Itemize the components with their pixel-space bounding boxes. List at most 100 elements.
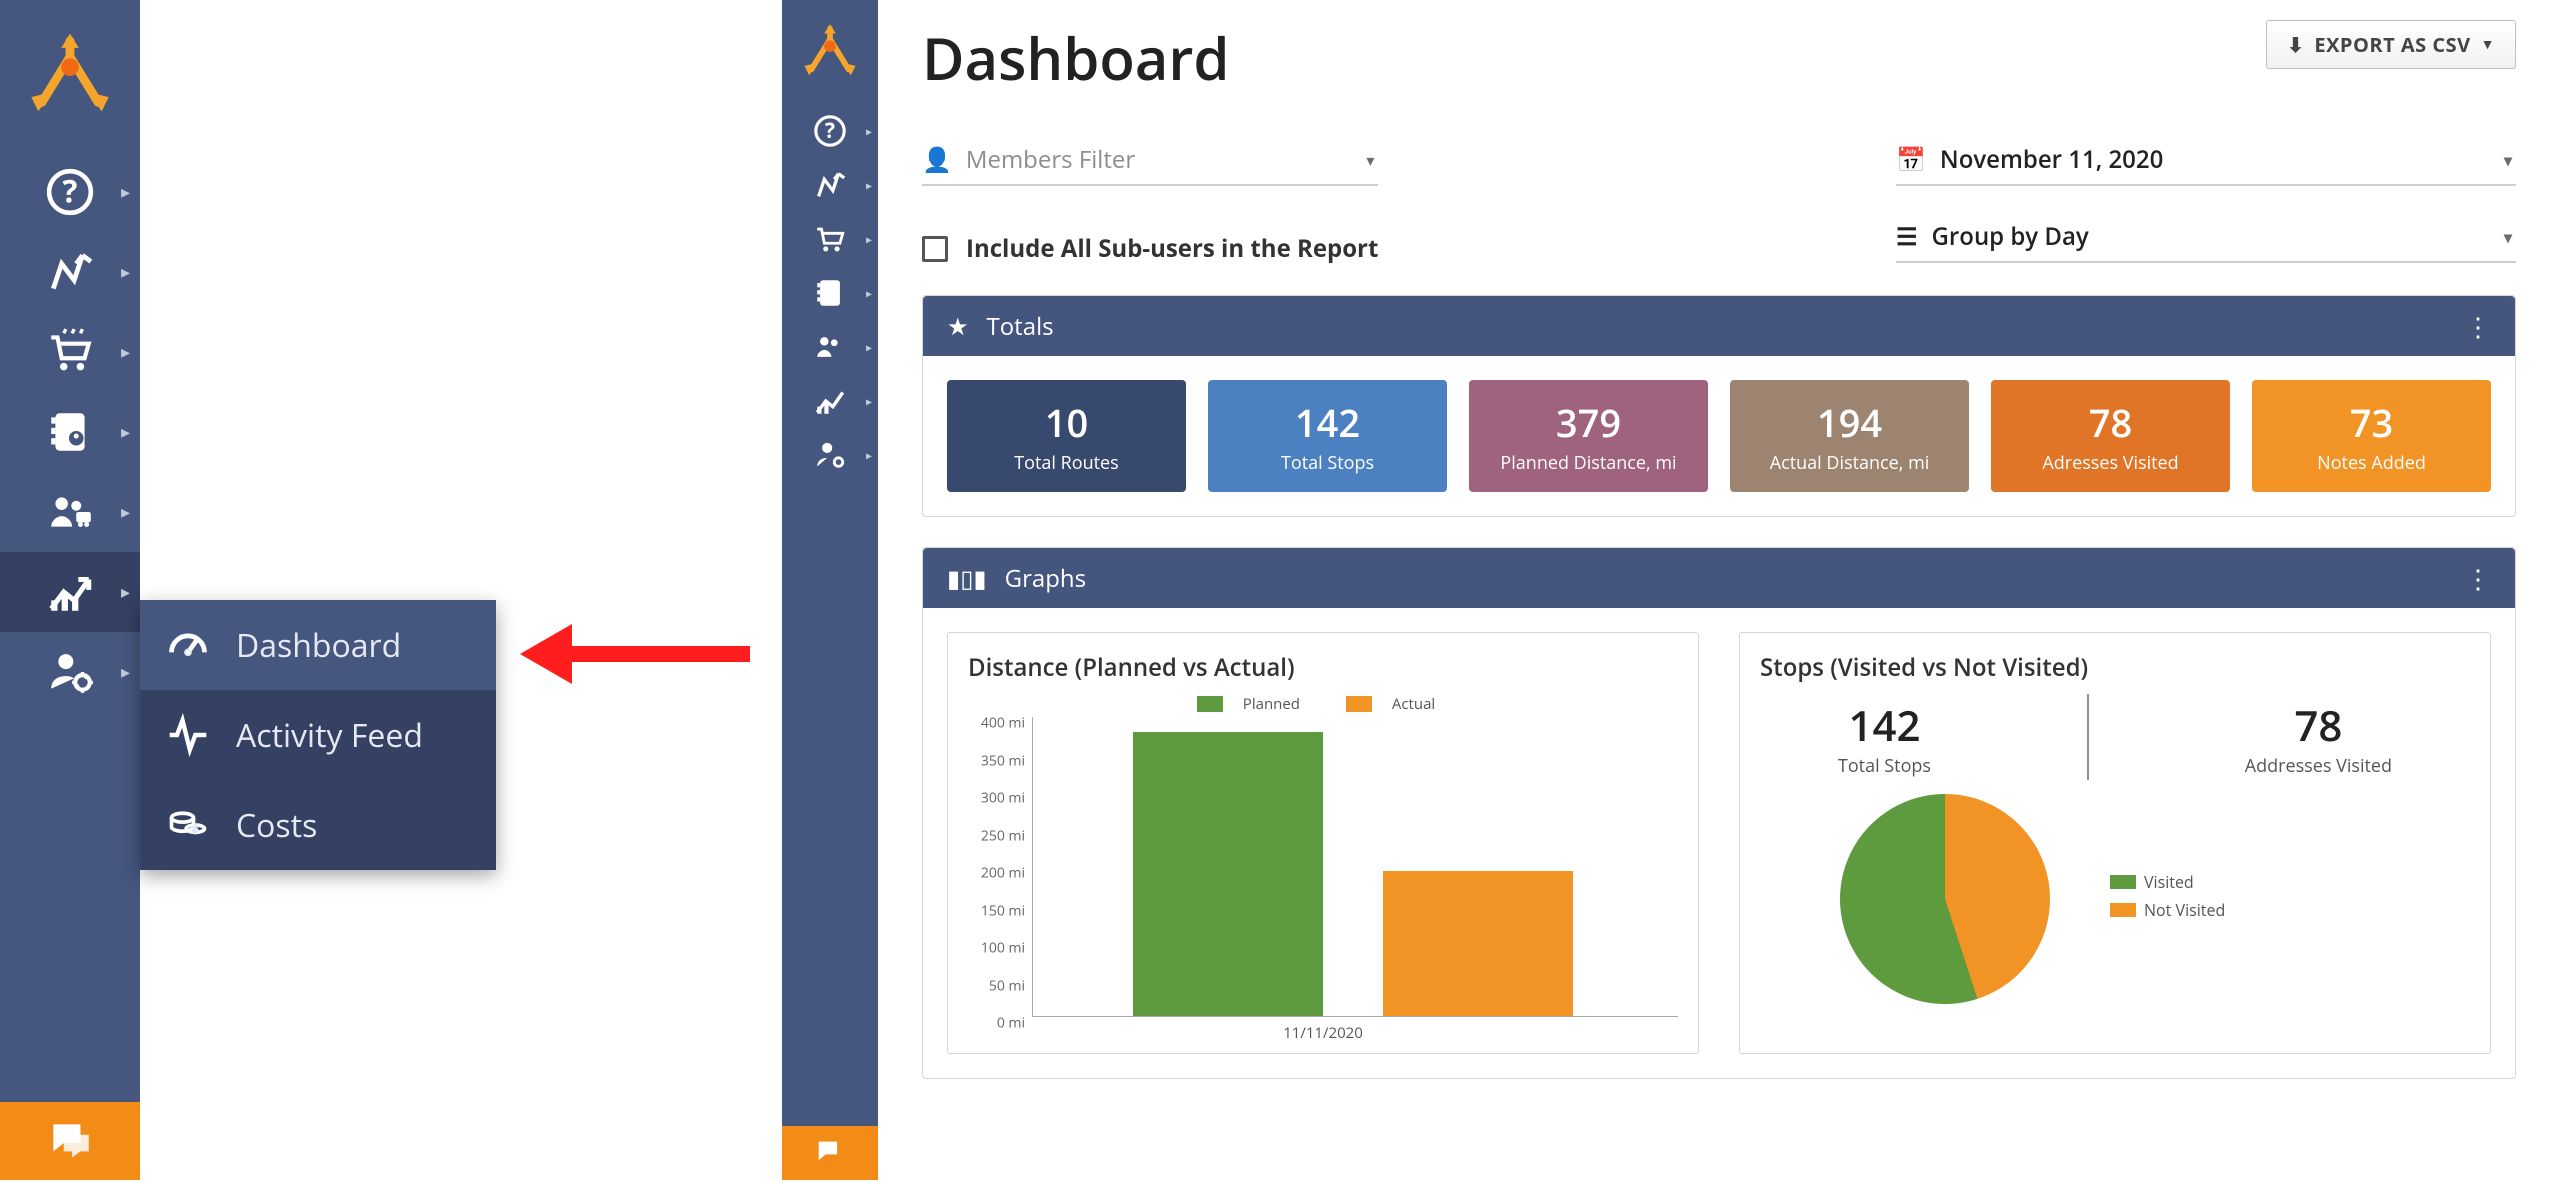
sidebar-item-addressbook[interactable]: ▸ bbox=[0, 392, 140, 472]
totals-card: 194Actual Distance, mi bbox=[1730, 380, 1969, 492]
sidebar-item-user-settings[interactable]: ▸ bbox=[782, 428, 878, 482]
activity-icon bbox=[166, 713, 210, 757]
checkbox-icon bbox=[922, 236, 948, 262]
chat-icon bbox=[813, 1136, 847, 1170]
routing-logo-icon bbox=[26, 32, 114, 120]
sidebar-item-team[interactable]: ▸ bbox=[782, 320, 878, 374]
sidebar-item-addressbook[interactable]: ▸ bbox=[782, 266, 878, 320]
more-icon[interactable]: ⋮ bbox=[2465, 308, 2493, 344]
sidebar-item-analytics[interactable]: ▸ bbox=[0, 552, 140, 632]
bar-legend: Planned Actual bbox=[968, 694, 1678, 717]
include-subusers-label: Include All Sub-users in the Report bbox=[966, 232, 1378, 265]
sidebar-item-help[interactable]: ? ▸ bbox=[0, 152, 140, 232]
star-icon: ★ bbox=[947, 310, 969, 343]
flyout-label: Dashboard bbox=[236, 624, 401, 667]
caret-down-icon: ▾ bbox=[1366, 149, 1374, 171]
cart-icon bbox=[45, 327, 95, 377]
screenshot-right: ?▸ ▸ ▸ ▸ ▸ ▸ ▸ Dashboard ⬇ EXPORT AS CSV… bbox=[782, 0, 2560, 1181]
caret-down-icon: ▾ bbox=[2504, 226, 2512, 248]
stops-chart-title: Stops (Visited vs Not Visited) bbox=[1760, 651, 2470, 684]
screenshot-left: ? ▸ ▸ ▸ ▸ ▸ ▸ ▸ bbox=[0, 0, 782, 1181]
distance-chart-card: Distance (Planned vs Actual) Planned Act… bbox=[947, 632, 1699, 1054]
visited-label: Addresses Visited bbox=[2245, 754, 2392, 778]
chat-button[interactable] bbox=[0, 1102, 140, 1180]
more-icon[interactable]: ⋮ bbox=[2465, 560, 2493, 596]
chevron-right-icon: ▸ bbox=[121, 420, 130, 444]
total-stops-value: 142 bbox=[1838, 697, 1931, 754]
svg-text:?: ? bbox=[825, 116, 835, 145]
sidebar-item-analytics[interactable]: ▸ bbox=[782, 374, 878, 428]
date-filter-value: November 11, 2020 bbox=[1940, 143, 2163, 176]
group-icon: ☰ bbox=[1896, 220, 1918, 253]
totals-card-value: 194 bbox=[1817, 397, 1882, 449]
routing-logo-icon bbox=[801, 23, 859, 81]
sidebar-item-user-settings[interactable]: ▸ bbox=[0, 632, 140, 712]
chevron-right-icon: ▸ bbox=[121, 660, 130, 684]
members-filter-placeholder: Members Filter bbox=[966, 143, 1135, 176]
help-icon: ? bbox=[45, 167, 95, 217]
totals-card-value: 142 bbox=[1295, 397, 1360, 449]
route4me-logo bbox=[782, 0, 878, 104]
coins-icon: $ bbox=[166, 803, 210, 847]
members-filter[interactable]: 👤 Members Filter ▾ bbox=[922, 143, 1378, 186]
totals-card-label: Actual Distance, mi bbox=[1770, 451, 1930, 475]
totals-card-value: 73 bbox=[2350, 397, 2393, 449]
bar-x-label: 11/11/2020 bbox=[968, 1023, 1678, 1043]
group-filter[interactable]: ☰ Group by Day ▾ bbox=[1896, 220, 2516, 263]
totals-card-label: Total Routes bbox=[1014, 451, 1118, 475]
legend-planned: Planned bbox=[1243, 694, 1300, 714]
legend-not-visited: Not Visited bbox=[2144, 899, 2225, 921]
totals-card: 73Notes Added bbox=[2252, 380, 2491, 492]
route4me-logo bbox=[0, 0, 140, 152]
totals-card-label: Total Stops bbox=[1281, 451, 1374, 475]
route-icon bbox=[813, 168, 847, 202]
sidebar-item-cart[interactable]: ▸ bbox=[0, 312, 140, 392]
export-csv-button[interactable]: ⬇ EXPORT AS CSV ▼ bbox=[2266, 20, 2516, 69]
analytics-icon bbox=[813, 384, 847, 418]
user-gear-icon bbox=[813, 438, 847, 472]
user-gear-icon bbox=[45, 647, 95, 697]
include-subusers-checkbox[interactable]: Include All Sub-users in the Report bbox=[922, 232, 1378, 265]
sidebar-item-cart[interactable]: ▸ bbox=[782, 212, 878, 266]
sidebar-item-team[interactable]: ▸ bbox=[0, 472, 140, 552]
graphs-panel: ▮▯▮ Graphs ⋮ Distance (Planned vs Actual… bbox=[922, 547, 2516, 1079]
calendar-icon: 📅 bbox=[1896, 143, 1926, 176]
chat-button[interactable] bbox=[782, 1126, 878, 1180]
chevron-right-icon: ▸ bbox=[121, 500, 130, 524]
flyout-item-dashboard[interactable]: Dashboard bbox=[140, 600, 496, 690]
sidebar-1: ? ▸ ▸ ▸ ▸ ▸ ▸ ▸ bbox=[0, 0, 140, 1180]
sidebar-item-route[interactable]: ▸ bbox=[782, 158, 878, 212]
team-icon bbox=[45, 487, 95, 537]
group-filter-value: Group by Day bbox=[1932, 220, 2089, 253]
chat-icon bbox=[45, 1116, 95, 1166]
pie-legend: Visited Not Visited bbox=[2110, 871, 2225, 927]
date-filter[interactable]: 📅 November 11, 2020 ▾ bbox=[1896, 143, 2516, 186]
graphs-title: Graphs bbox=[1005, 562, 1086, 595]
flyout-label: Costs bbox=[236, 804, 317, 847]
team-icon bbox=[813, 330, 847, 364]
totals-panel: ★ Totals ⋮ 10Total Routes 142Total Stops 3… bbox=[922, 295, 2516, 517]
analytics-flyout: Dashboard Activity Feed $ Costs bbox=[140, 600, 496, 870]
bars-icon: ▮▯▮ bbox=[947, 562, 987, 595]
download-icon: ⬇ bbox=[2287, 31, 2304, 58]
flyout-item-costs[interactable]: $ Costs bbox=[140, 780, 496, 870]
totals-header: ★ Totals ⋮ bbox=[923, 296, 2515, 356]
flyout-item-activity[interactable]: Activity Feed bbox=[140, 690, 496, 780]
help-icon: ? bbox=[813, 114, 847, 148]
totals-body: 10Total Routes142Total Stops379Planned D… bbox=[923, 356, 2515, 516]
totals-card: 78Adresses Visited bbox=[1991, 380, 2230, 492]
legend-actual: Actual bbox=[1392, 694, 1435, 714]
flyout-label: Activity Feed bbox=[236, 714, 423, 757]
export-label: EXPORT AS CSV bbox=[2314, 31, 2470, 58]
caret-down-icon: ▾ bbox=[2504, 149, 2512, 171]
totals-card-value: 10 bbox=[1045, 397, 1088, 449]
sidebar-item-route[interactable]: ▸ bbox=[0, 232, 140, 312]
sidebar-2: ?▸ ▸ ▸ ▸ ▸ ▸ ▸ bbox=[782, 0, 878, 1180]
sidebar-item-help[interactable]: ?▸ bbox=[782, 104, 878, 158]
totals-card-value: 379 bbox=[1556, 397, 1621, 449]
visited-value: 78 bbox=[2245, 697, 2392, 754]
totals-title: Totals bbox=[987, 310, 1054, 343]
divider bbox=[2087, 694, 2089, 780]
totals-card: 10Total Routes bbox=[947, 380, 1186, 492]
analytics-icon bbox=[45, 567, 95, 617]
